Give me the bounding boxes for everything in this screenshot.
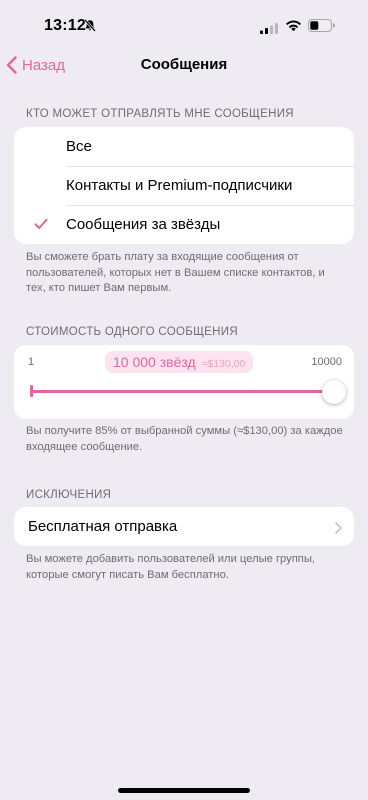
option-label: Все (66, 138, 92, 155)
navigation-bar: Назад Сообщения (0, 48, 368, 82)
free-sending-row[interactable]: Бесплатная отправка (14, 507, 354, 546)
battery-icon (308, 19, 336, 37)
who-can-message-header: КТО МОЖЕТ ОТПРАВЛЯТЬ МНЕ СООБЩЕНИЯ (26, 108, 294, 120)
chevron-right-icon (335, 521, 342, 538)
option-everyone[interactable]: Все (14, 127, 354, 166)
exceptions-card: Бесплатная отправка (14, 507, 354, 546)
price-value-stars: 10 000 звёзд (113, 354, 196, 370)
slider-max-label: 10000 (311, 356, 342, 368)
status-time: 13:12 (44, 17, 86, 34)
price-header: СТОИМОСТЬ ОДНОГО СООБЩЕНИЯ (26, 326, 238, 338)
option-paid-stars[interactable]: Сообщения за звёзды (14, 205, 354, 244)
home-indicator (118, 788, 250, 793)
slider-min-label: 1 (28, 356, 35, 368)
checkmark-icon (34, 217, 48, 234)
page-title: Сообщения (140, 56, 228, 73)
option-contacts-premium[interactable]: Контакты и Premium-подписчики (14, 166, 354, 205)
who-can-message-card: Все Контакты и Premium-подписчики Сообще… (14, 127, 354, 244)
option-label: Контакты и Premium-подписчики (66, 177, 293, 194)
cellular-signal-icon (260, 21, 278, 39)
bell-muted-icon (84, 19, 96, 37)
free-sending-label: Бесплатная отправка (28, 518, 178, 535)
status-bar: 13:12 (0, 0, 368, 48)
option-label: Сообщения за звёзды (66, 216, 221, 233)
price-slider-card: 1 10000 10 000 звёзд ≈$130,00 (14, 345, 354, 419)
wifi-icon (285, 19, 302, 37)
who-can-message-footer: Вы сможете брать плату за входящие сообщ… (26, 251, 325, 294)
exceptions-header: ИСКЛЮЧЕНИЯ (26, 489, 112, 501)
price-slider-track[interactable] (30, 390, 332, 393)
price-footer: Вы получите 85% от выбранной суммы (≈$13… (26, 425, 343, 453)
exceptions-footer: Вы можете добавить пользователей или цел… (26, 553, 316, 581)
price-value-badge: 10 000 звёзд ≈$130,00 (105, 351, 254, 373)
price-value-usd: ≈$130,00 (201, 358, 246, 370)
price-slider-knob[interactable] (322, 380, 346, 404)
